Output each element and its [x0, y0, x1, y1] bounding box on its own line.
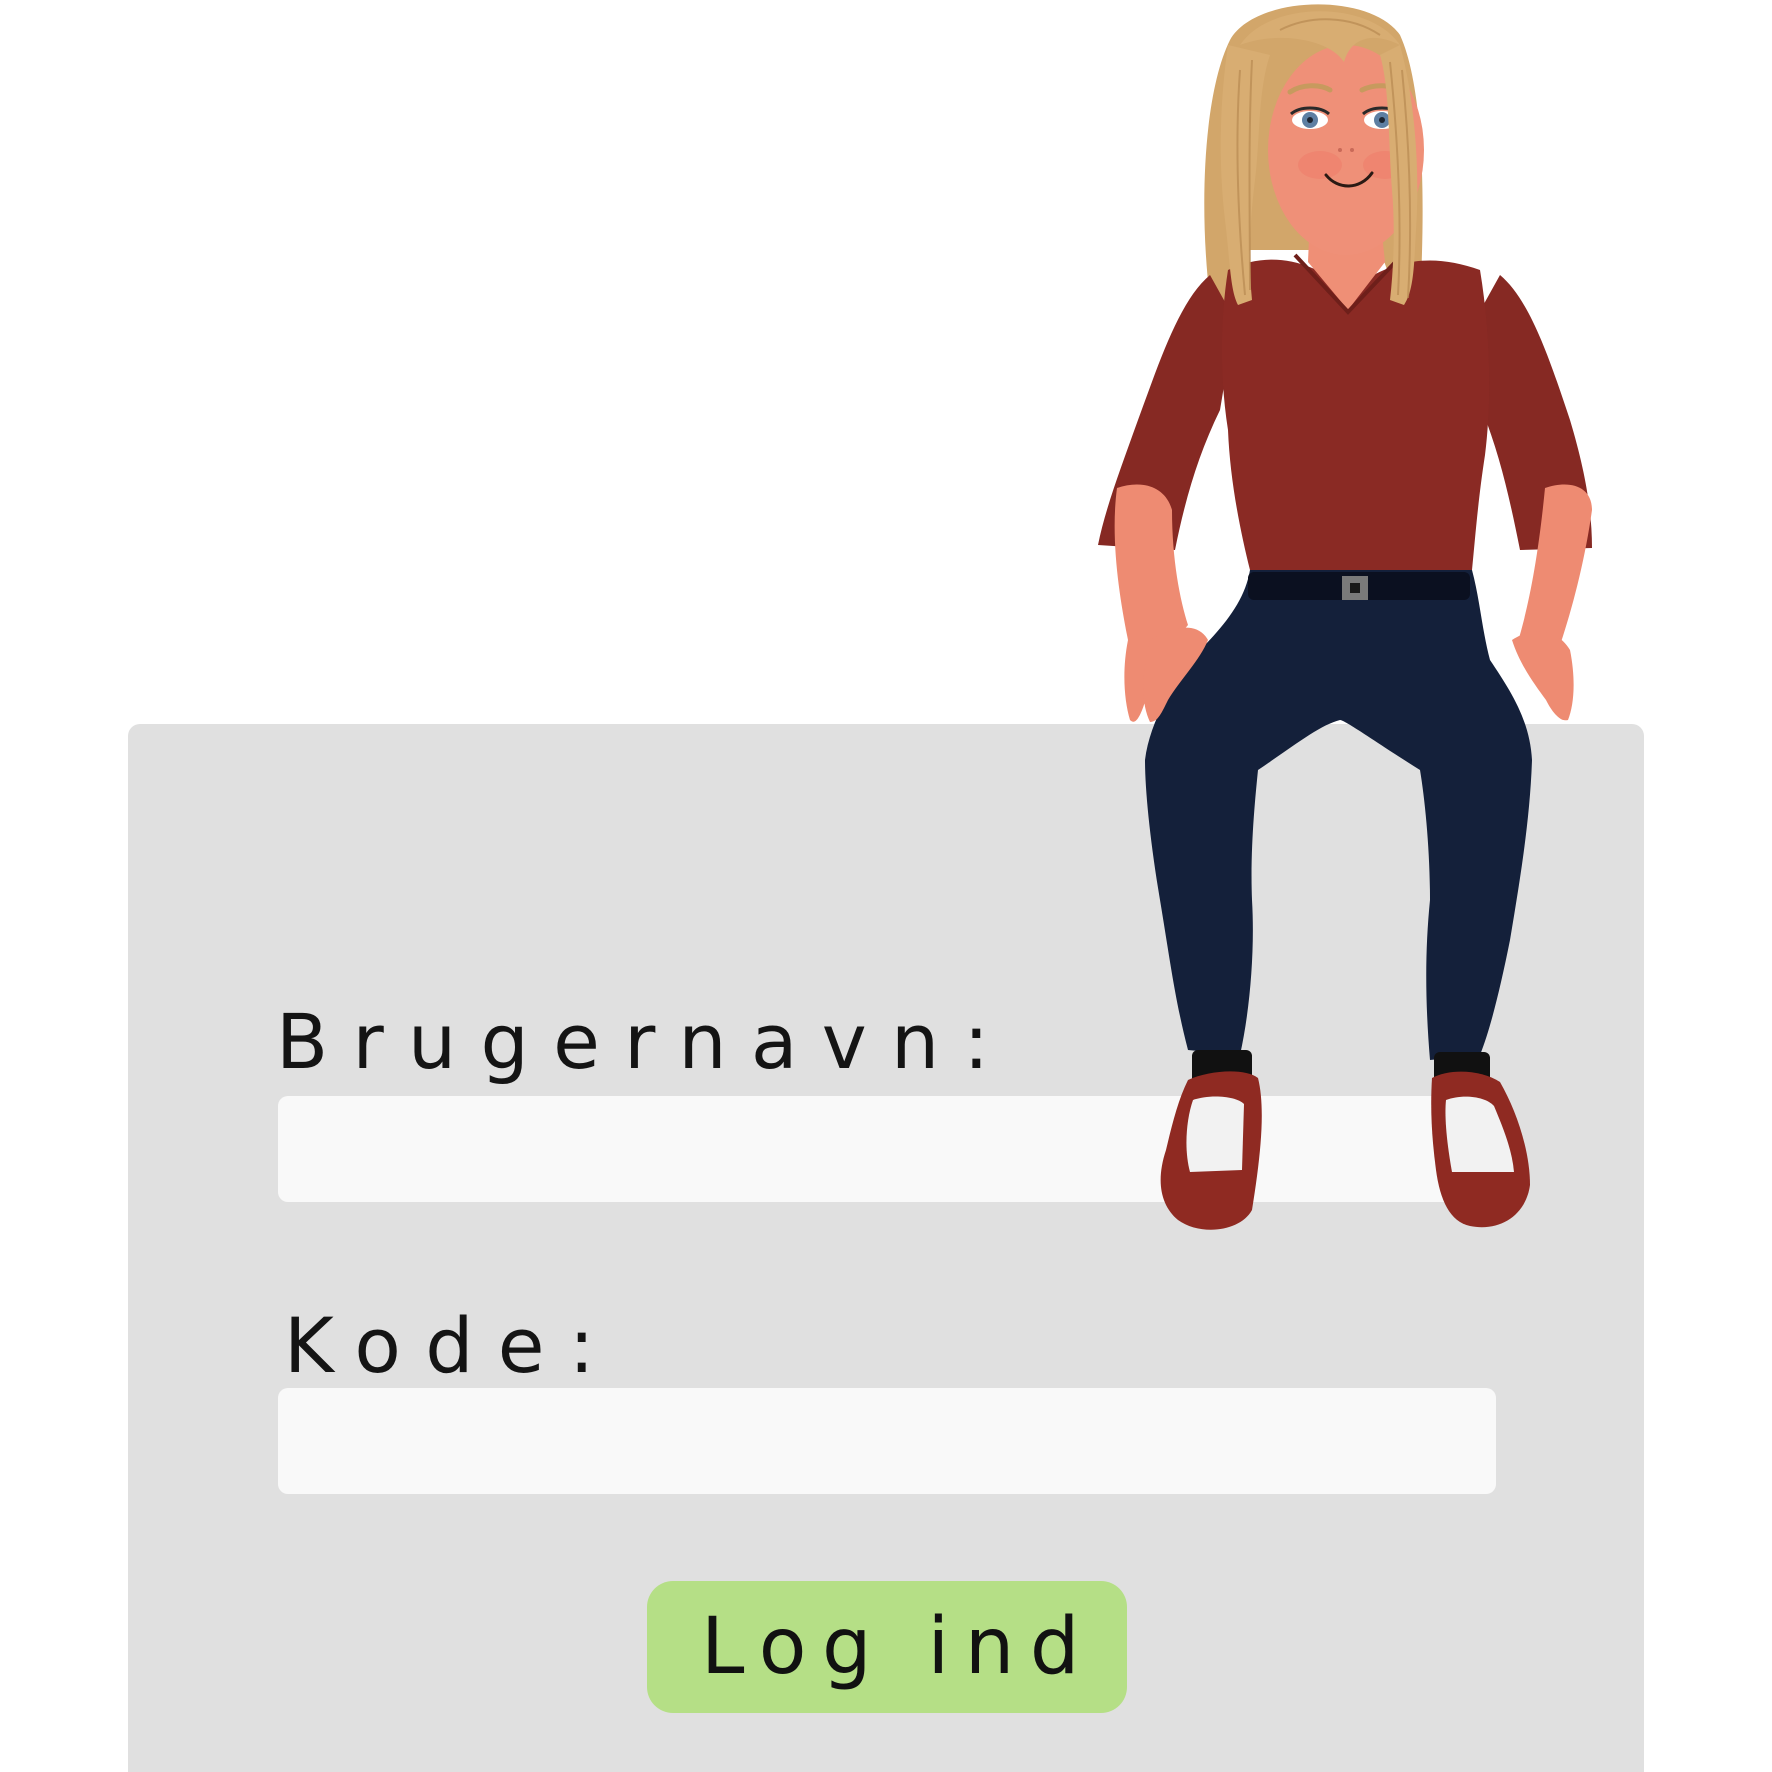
password-input[interactable] — [278, 1388, 1496, 1494]
username-label: Brugernavn: — [276, 997, 1014, 1086]
password-label: Kode: — [284, 1301, 619, 1390]
login-page: Brugernavn: Kode: Log ind — [0, 0, 1772, 1772]
left-shoe-white — [1186, 1096, 1244, 1172]
girl-character-illustration — [1098, 4, 1592, 1230]
right-hand — [1512, 631, 1574, 721]
login-button[interactable]: Log ind — [647, 1581, 1127, 1713]
